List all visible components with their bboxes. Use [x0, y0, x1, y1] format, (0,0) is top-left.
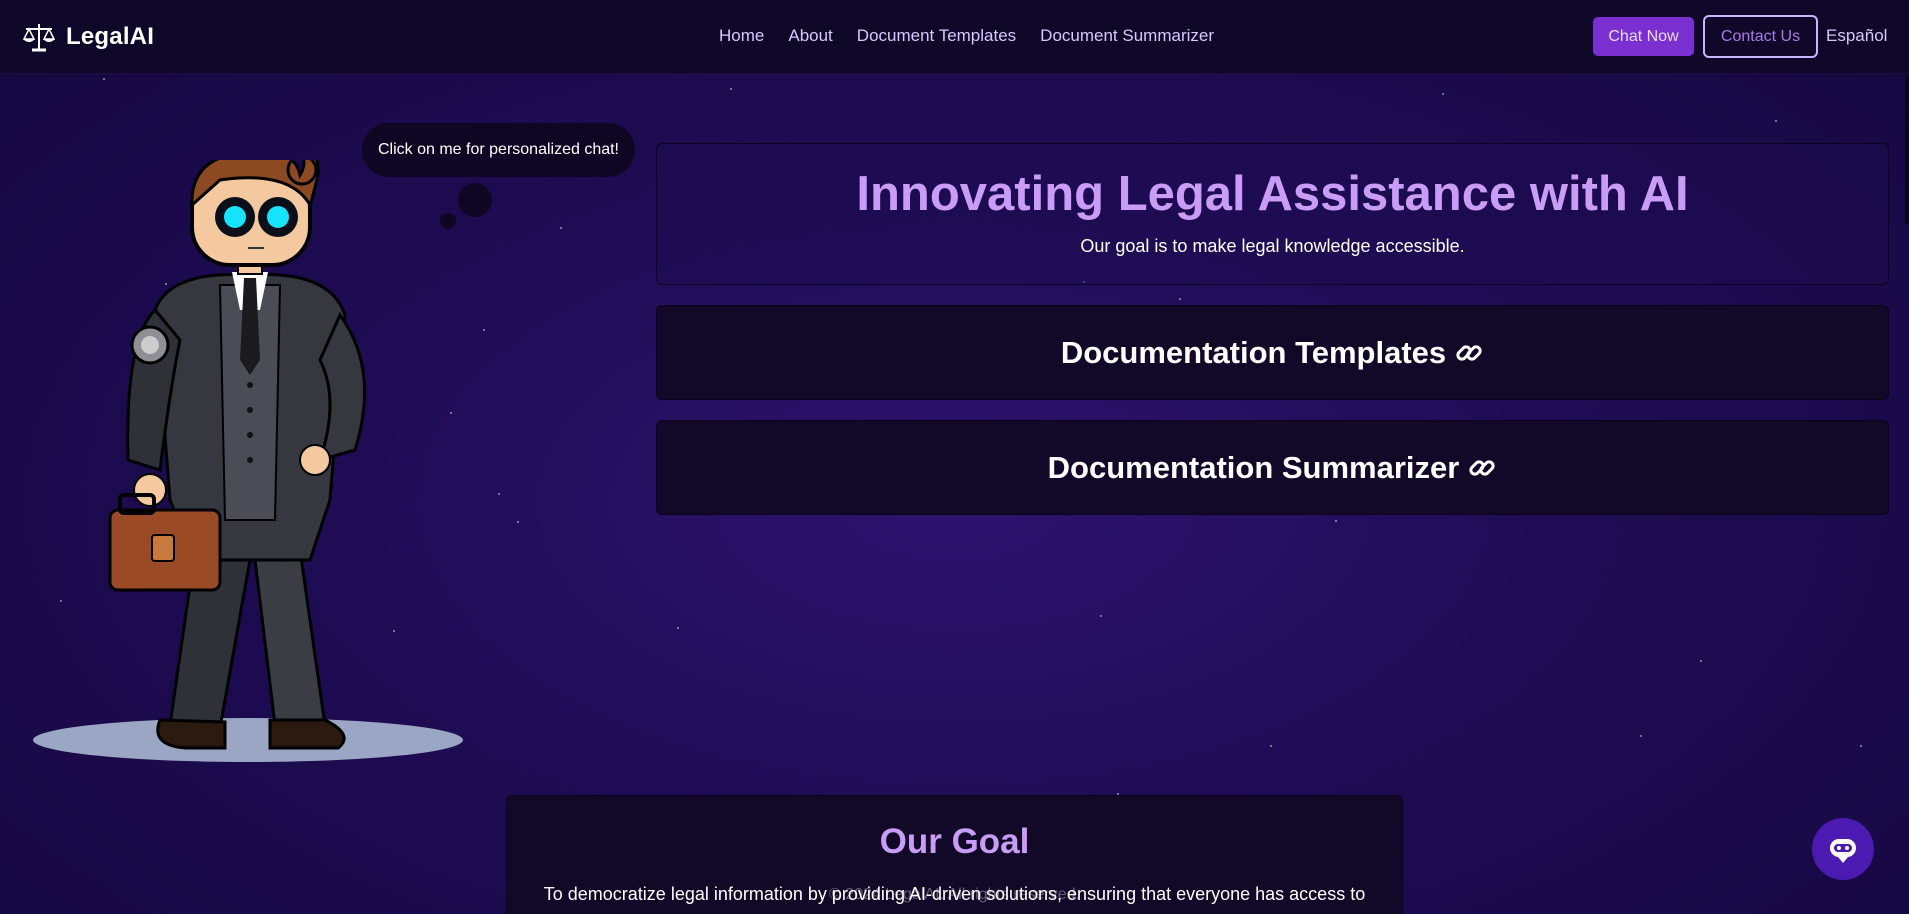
nav-link-home[interactable]: Home [719, 26, 764, 46]
templates-card-label: Documentation Templates [1060, 334, 1447, 370]
top-navbar: LegalAI Home About Document Templates Do… [0, 0, 1909, 74]
chat-bot-button[interactable] [1812, 818, 1874, 880]
hero-subtitle: Our goal is to make legal knowledge acce… [1080, 236, 1465, 256]
hero-section: Innovating Legal Assistance with AI Our … [656, 143, 1889, 285]
link-icon [1456, 344, 1482, 361]
hero-title: Innovating Legal Assistance with AI [856, 167, 1689, 221]
bubble-dot-large [458, 183, 492, 217]
nav-link-document-summarizer[interactable]: Document Summarizer [1040, 26, 1214, 46]
page-edge [1905, 74, 1909, 224]
summarizer-card-label: Documentation Summarizer [1047, 449, 1460, 485]
brand-logo[interactable]: LegalAI [22, 20, 154, 54]
link-icon [1469, 459, 1495, 476]
scales-icon [22, 24, 56, 52]
contact-us-button[interactable]: Contact Us [1703, 15, 1818, 58]
lawyer-robot-character[interactable] [20, 160, 470, 770]
robot-chat-icon [1830, 839, 1856, 863]
chat-now-button[interactable]: Chat Now [1593, 17, 1694, 56]
brand-name: LegalAI [66, 23, 155, 50]
footer-copyright: © 2024 LegalAI. All rights reserved. [828, 886, 1081, 903]
nav-links: Home About Document Templates Document S… [719, 26, 1214, 46]
language-toggle[interactable]: Español [1826, 26, 1887, 46]
bubble-dot-small [440, 213, 456, 229]
chat-prompt-bubble[interactable]: Click on me for personalized chat! [362, 123, 635, 177]
documentation-summarizer-card[interactable]: Documentation Summarizer [656, 420, 1889, 515]
documentation-templates-card[interactable]: Documentation Templates [656, 305, 1889, 400]
nav-link-document-templates[interactable]: Document Templates [857, 26, 1016, 46]
goal-title: Our Goal [879, 822, 1030, 861]
nav-link-about[interactable]: About [788, 26, 832, 46]
